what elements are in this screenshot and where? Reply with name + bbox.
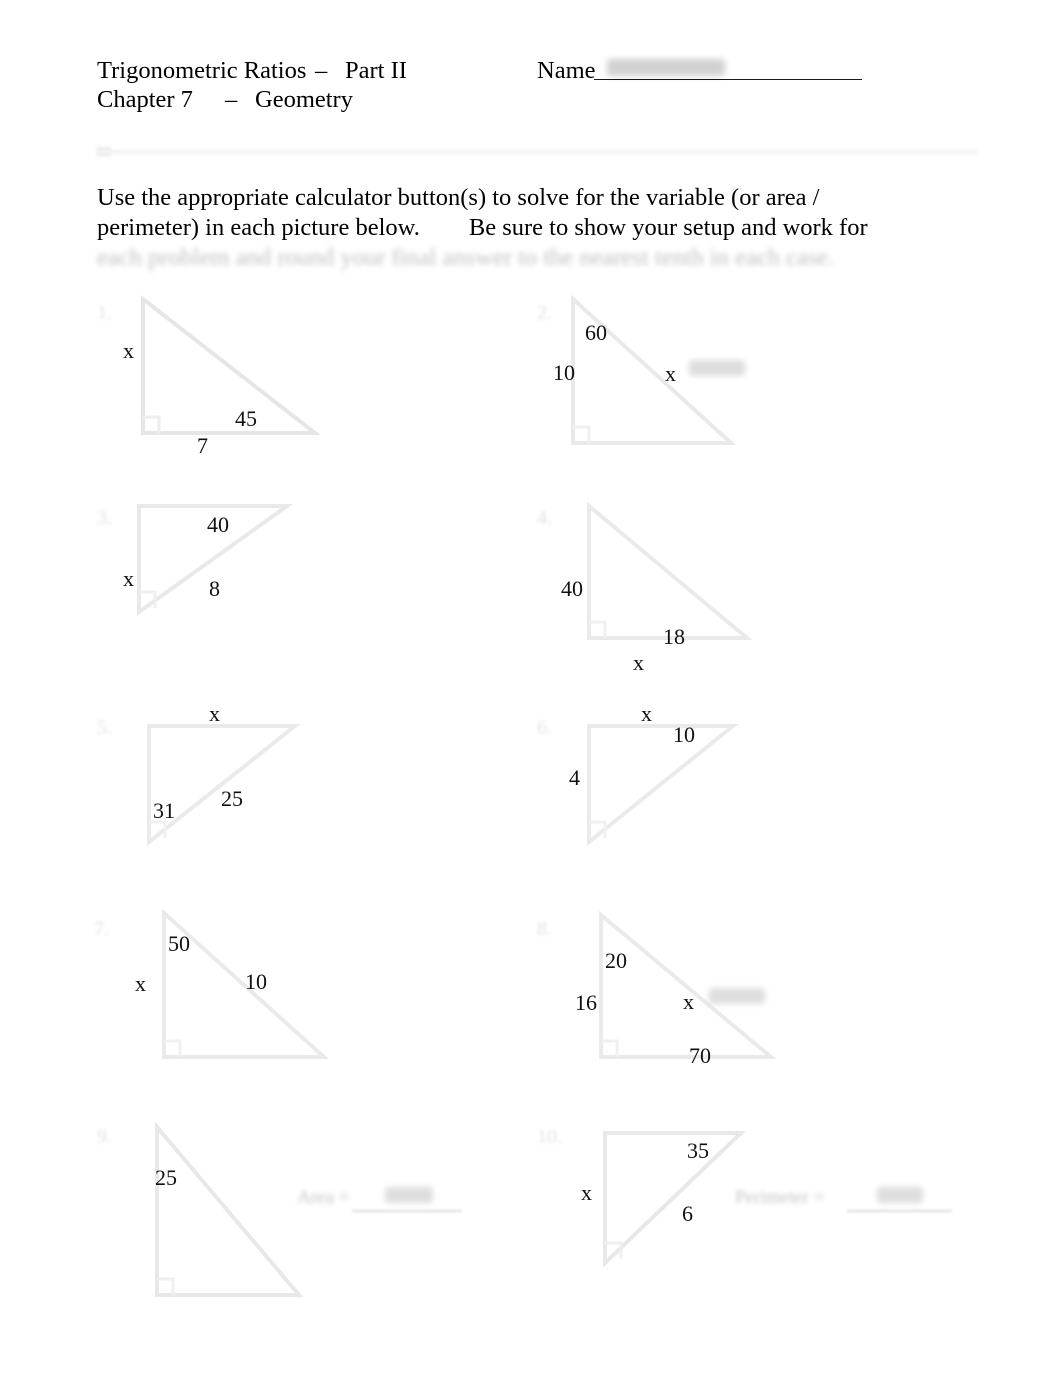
problem-4-label-bottom: x (633, 650, 644, 675)
problem-8-label-bottom: 70 (689, 1043, 711, 1068)
worksheet-header: Trigonometric Ratios – Part II Name Chap… (97, 56, 977, 114)
problem-2-label-hypotenuse: x (665, 361, 676, 386)
problem-10-label-angle: 35 (687, 1138, 709, 1163)
chapter-label: Chapter 7 (97, 86, 193, 113)
instructions-block: Use the appropriate calculator button(s)… (97, 183, 977, 273)
problem-5: 5. x 31 25 (97, 700, 427, 880)
problem-10-answer-smudge (877, 1187, 923, 1203)
problem-6-number: 6. (537, 717, 552, 739)
title-part: Part II (345, 57, 407, 84)
subject-label: Geometry (255, 86, 353, 113)
problem-1-label-left: x (123, 338, 134, 363)
problem-6-label-top: x (641, 701, 652, 726)
problem-3-label-left: x (123, 566, 134, 591)
problem-10-answer-label: Perimeter = (735, 1187, 825, 1208)
problem-5-label-top: x (209, 701, 220, 726)
problem-2-answer-smudge (689, 360, 745, 376)
problem-8-label-hypotenuse: x (683, 989, 694, 1014)
problem-9-number: 9. (97, 1126, 112, 1148)
instructions-line-3: each problem and round your final answer… (97, 244, 835, 271)
problem-8-label-angle: 20 (605, 948, 627, 973)
problem-7-number: 7. (94, 918, 109, 940)
problem-6: 6. x 10 4 (537, 700, 867, 880)
problem-9: 9. 25 Area = (97, 1115, 497, 1315)
problem-5-label-hypotenuse: 25 (221, 786, 243, 811)
problem-10-label-left: x (581, 1180, 592, 1205)
name-entry-line[interactable] (594, 79, 862, 80)
problem-1-label-bottom: 7 (197, 433, 208, 458)
problem-8: 8. 20 16 x 70 (537, 905, 877, 1095)
problem-4: 4. 40 18 x (537, 500, 867, 680)
problem-9-label-left: 25 (155, 1165, 177, 1190)
problem-10-label-hypotenuse: 6 (682, 1201, 693, 1226)
problem-3-triangle (135, 500, 325, 620)
problem-7-label-hypotenuse: 10 (245, 969, 267, 994)
problem-6-label-angle: 10 (673, 722, 695, 747)
header-line-2: Chapter 7 – Geometry (97, 85, 977, 114)
instructions-line-2: perimeter) in each picture below. Be sur… (97, 214, 868, 241)
problem-1-label-angle: 45 (235, 406, 257, 431)
problem-7: 7. 50 x 10 (80, 905, 420, 1085)
problem-8-answer-smudge (709, 988, 765, 1004)
problem-8-number: 8. (537, 918, 552, 940)
problem-2: 2. 60 10 x (537, 294, 867, 470)
problem-1: 1. x 7 45 (97, 294, 427, 470)
problem-10-answer-line[interactable] (847, 1210, 952, 1212)
problem-1-triangle (139, 294, 329, 445)
problem-6-label-left: 4 (569, 765, 580, 790)
problem-7-label-angle: 50 (168, 931, 190, 956)
problem-9-triangle (139, 1115, 349, 1310)
problem-3-label-hypotenuse: 8 (209, 576, 220, 601)
problem-4-number: 4. (537, 507, 552, 529)
problem-8-label-left: 16 (575, 990, 597, 1015)
problem-9-answer-label: Area = (297, 1187, 350, 1208)
title-dash: – (315, 57, 328, 84)
problem-1-number: 1. (97, 302, 112, 324)
problem-2-number: 2. (537, 302, 552, 324)
problem-3: 3. 40 x 8 (97, 500, 427, 670)
problem-5-number: 5. (97, 717, 112, 739)
problem-10-triangle (575, 1115, 785, 1310)
problem-2-label-angle: 60 (585, 320, 607, 345)
header-line-1: Trigonometric Ratios – Part II Name (97, 56, 977, 85)
problem-9-answer-smudge (385, 1187, 433, 1203)
problem-10-number: 10. (537, 1126, 562, 1148)
problem-5-triangle (135, 700, 335, 850)
problem-4-label-angle: 18 (663, 624, 685, 649)
header-divider (97, 150, 977, 154)
name-handwriting-smudge (607, 59, 725, 76)
worksheet-page: Trigonometric Ratios – Part II Name Chap… (0, 0, 1062, 1377)
name-label: Name (537, 57, 596, 84)
problem-10: 10. 35 x 6 Perimeter = (537, 1115, 957, 1315)
problem-9-answer-line[interactable] (352, 1210, 462, 1212)
instructions-line-1: Use the appropriate calculator button(s)… (97, 184, 820, 211)
problem-3-label-angle: 40 (207, 512, 229, 537)
problem-7-label-left: x (135, 971, 146, 996)
page-title: Trigonometric Ratios (97, 57, 307, 84)
problem-2-label-left: 10 (553, 360, 575, 385)
problem-3-number: 3. (97, 507, 112, 529)
problem-4-label-left: 40 (561, 576, 583, 601)
problem-5-label-angle: 31 (153, 798, 175, 823)
chapter-dash: – (225, 86, 238, 113)
